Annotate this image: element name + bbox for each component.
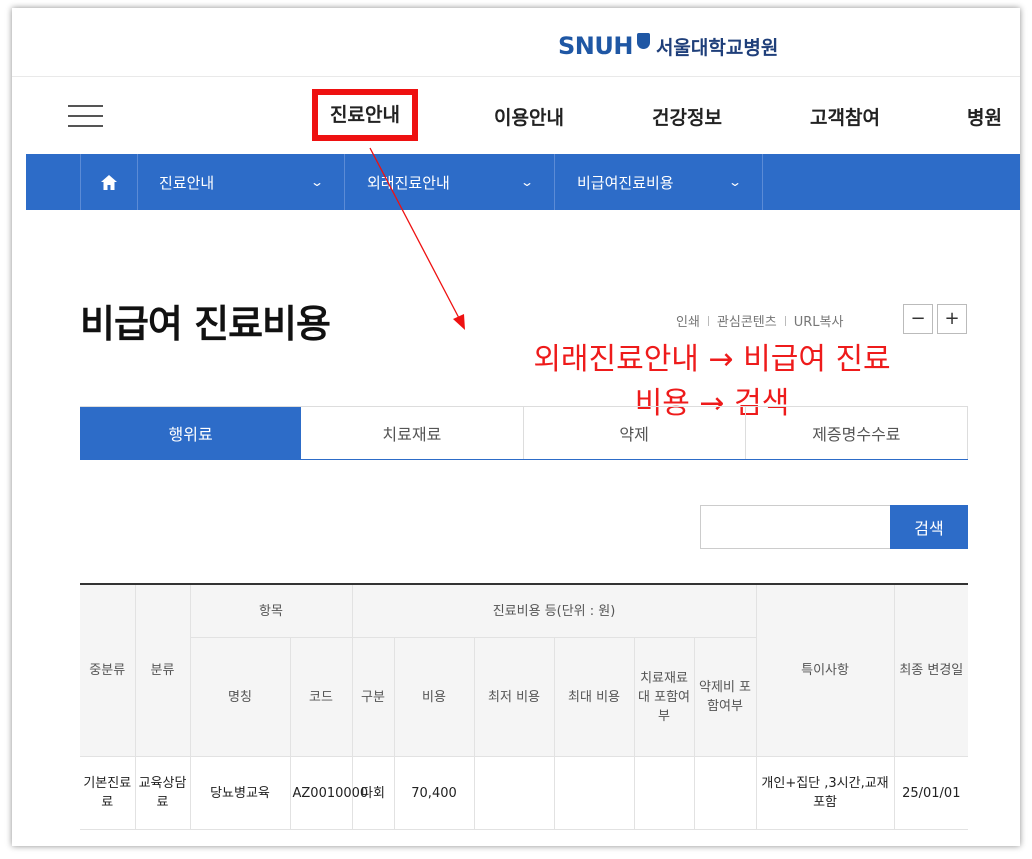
chevron-down-icon: ⌄ [519,175,535,189]
breadcrumb-item-care-guide[interactable]: 진료안내 ⌄ [137,154,345,210]
cell-mid-category: 기본진료료 [80,756,136,830]
search-button[interactable]: 검색 [890,505,968,549]
gnb-item-care-guide[interactable]: 진료안내 [312,89,418,141]
tab-certificate-fee[interactable]: 제증명수수료 [746,407,968,459]
gnb-item-health-info[interactable]: 건강정보 [652,103,722,130]
cell-min-cost [473,756,555,830]
tab-drugs[interactable]: 약제 [524,407,746,459]
breadcrumb-label: 비급여진료비용 [577,173,674,192]
col-name: 명칭 [190,637,291,757]
cell-material-included [633,756,695,830]
tab-procedure-fee[interactable]: 행위료 [80,407,302,459]
cell-code: AZ0010000 [289,756,368,830]
breadcrumb-item-noncovered[interactable]: 비급여진료비용 ⌄ [555,154,763,210]
col-drug-included: 약제비 포함여부 [693,637,757,757]
col-cost-group: 진료비용 등(단위 : 원) [351,583,757,638]
snuh-logo[interactable]: SNUH 서울대학교병원 [558,32,778,60]
favorite-link[interactable]: 관심콘텐츠 [717,315,777,330]
gnb-item-hospital[interactable]: 병원 [967,103,1002,130]
category-tabs: 행위료 치료재료 약제 제증명수수료 [80,406,968,460]
gnb-item-customer[interactable]: 고객참여 [810,103,880,130]
cell-drug-included [693,756,757,830]
cell-category: 교육상담료 [134,756,191,830]
logo-en: SNUH [558,32,633,60]
chevron-down-icon: ⌄ [309,175,325,189]
copy-url-link[interactable]: URL복사 [794,315,844,330]
cell-updated: 25/01/01 [893,756,969,830]
cell-name: 당뇨병교육 [189,756,291,830]
chevron-down-icon: ⌄ [727,175,743,189]
col-min-cost: 최저 비용 [473,637,555,757]
breadcrumb-item-outpatient[interactable]: 외래진료안내 ⌄ [345,154,555,210]
search-input[interactable] [700,505,890,549]
table-header-row: 중분류 분류 항목 진료비용 등(단위 : 원) 특이사항 최종 변경일 [80,583,969,757]
cell-cost: 70,400 [393,756,475,830]
page-utils: 인쇄 관심콘텐츠 URL복사 [676,311,843,330]
home-icon[interactable] [80,154,138,210]
cell-notes: 개인+집단 ,3시간,교재포함 [755,756,895,830]
col-material-included: 치료재료대 포함여부 [633,637,695,757]
zoom-in-button[interactable]: + [937,304,967,334]
col-notes: 특이사항 [755,583,895,757]
tab-materials[interactable]: 치료재료 [301,407,524,459]
breadcrumb-label: 진료안내 [159,173,215,192]
col-max-cost: 최대 비용 [553,637,635,757]
col-cost: 비용 [393,637,475,757]
col-type: 구분 [351,637,395,757]
print-link[interactable]: 인쇄 [676,315,700,330]
cell-max-cost [553,756,635,830]
col-item-group: 항목 [189,583,353,638]
breadcrumb: 진료안내 ⌄ 외래진료안내 ⌄ 비급여진료비용 ⌄ [26,154,1020,210]
col-code: 코드 [289,637,353,757]
breadcrumb-label: 외래진료안내 [367,173,450,192]
logo-bar: SNUH 서울대학교병원 [12,8,1020,77]
cost-table: 중분류 분류 항목 진료비용 등(단위 : 원) 특이사항 최종 변경일 명칭 … [80,583,969,830]
shield-icon [636,33,650,49]
annotation-line1: 외래진료안내 → 비급여 진료 [533,342,891,377]
global-nav: 진료안내 이용안내 건강정보 고객참여 병원 [12,77,1020,153]
table-row[interactable]: 기본진료료 교육상담료 당뇨병교육 AZ0010000 다회 70,400 개인… [80,756,969,830]
logo-kr: 서울대학교병원 [655,36,779,59]
gnb-item-usage-guide[interactable]: 이용안내 [494,103,564,130]
page-title: 비급여 진료비용 [80,302,331,346]
zoom-out-button[interactable]: − [903,304,933,334]
menu-icon[interactable] [68,105,103,127]
col-updated: 최종 변경일 [893,583,969,757]
browser-frame: SNUH 서울대학교병원 진료안내 이용안내 건강정보 고객참여 병원 진료안내… [12,8,1020,846]
col-category: 분류 [134,583,191,757]
col-mid-category: 중분류 [80,583,136,757]
